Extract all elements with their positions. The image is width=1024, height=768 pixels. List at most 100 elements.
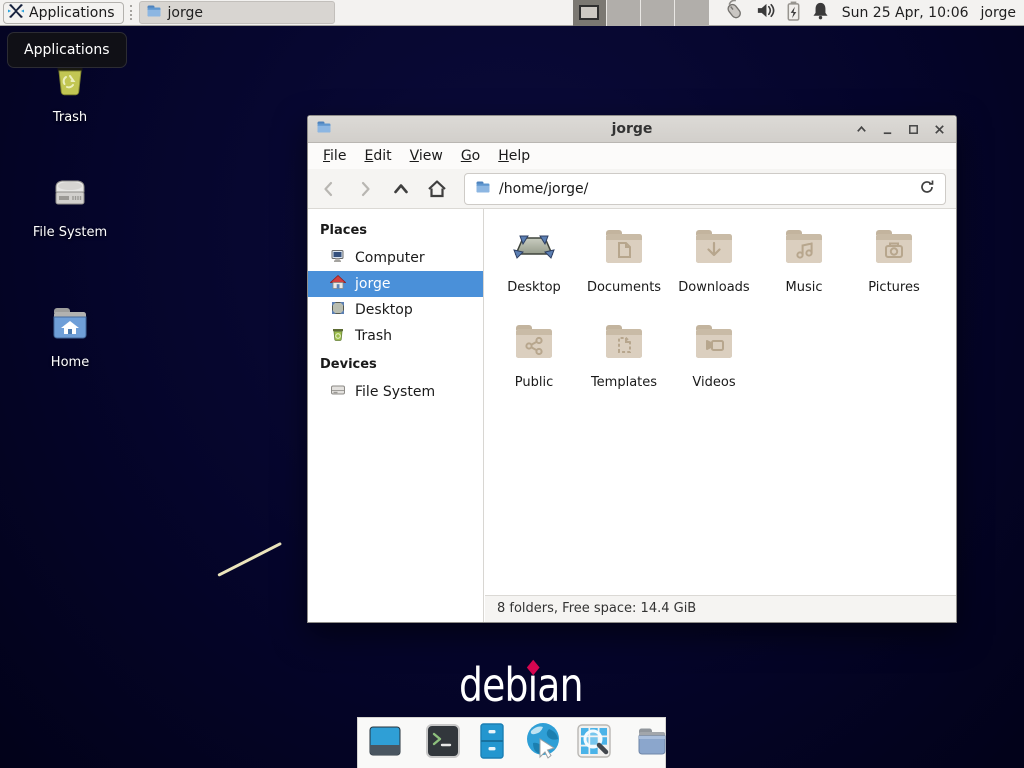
- minimize-button[interactable]: [880, 122, 894, 136]
- top-panel: Applications jorge: [0, 0, 1024, 26]
- folder-item-templates[interactable]: Templates: [579, 316, 669, 411]
- taskbar-window-button[interactable]: jorge: [139, 1, 335, 24]
- videos-folder-icon: [690, 318, 738, 366]
- workspace-3[interactable]: [641, 0, 675, 26]
- file-view[interactable]: Desktop Documents: [485, 209, 956, 622]
- reload-icon[interactable]: [919, 179, 935, 199]
- notifications-bell-icon[interactable]: [811, 0, 830, 25]
- music-folder-icon: [780, 223, 828, 271]
- desktop-folder-icon: [510, 223, 558, 271]
- window-titlebar[interactable]: jorge: [308, 116, 956, 143]
- sidebar-item-label: Trash: [355, 328, 392, 344]
- sidebar-item-desktop[interactable]: Desktop: [308, 297, 483, 323]
- documents-folder-icon: [600, 223, 648, 271]
- workspace-2[interactable]: [607, 0, 641, 26]
- xfce-applications-icon: [8, 3, 24, 23]
- panel-clock[interactable]: Sun 25 Apr, 10:06: [842, 5, 969, 21]
- workspace-1[interactable]: [573, 0, 607, 26]
- back-button[interactable]: [312, 174, 346, 204]
- menu-help[interactable]: Help: [489, 144, 539, 168]
- sidebar-item-label: Desktop: [355, 302, 413, 318]
- desktop-icon-label: Home: [22, 355, 118, 370]
- menu-go[interactable]: Go: [452, 144, 489, 168]
- sidebar-item-trash[interactable]: Trash: [308, 323, 483, 349]
- applications-menu-label: Applications: [29, 5, 115, 21]
- folder-label: Videos: [669, 375, 759, 390]
- sidebar-item-file-system[interactable]: File System: [308, 379, 483, 405]
- folder-item-desktop[interactable]: Desktop: [489, 221, 579, 316]
- desktop: Applications jorge: [0, 0, 1024, 768]
- folder-item-videos[interactable]: Videos: [669, 316, 759, 411]
- taskbar-window-label: jorge: [168, 5, 203, 21]
- sidebar-places-header: Places: [308, 215, 483, 245]
- folder-item-pictures[interactable]: Pictures: [849, 221, 939, 316]
- dock: [357, 717, 666, 768]
- debian-wordmark: debıan: [459, 658, 583, 712]
- folder-label: Public: [489, 375, 579, 390]
- desktop-icon-file-system[interactable]: File System: [22, 169, 118, 240]
- shade-button[interactable]: [854, 122, 868, 136]
- mouse-icon[interactable]: [723, 0, 746, 26]
- sidebar-devices-header: Devices: [308, 349, 483, 379]
- forward-button[interactable]: [348, 174, 382, 204]
- terminal-launcher[interactable]: [423, 721, 463, 765]
- folder-item-documents[interactable]: Documents: [579, 221, 669, 316]
- menu-edit[interactable]: Edit: [355, 144, 400, 168]
- web-browser-launcher[interactable]: [521, 719, 565, 767]
- panel-username[interactable]: jorge: [981, 5, 1016, 21]
- sidebar-item-jorge[interactable]: jorge: [308, 271, 483, 297]
- hard-drive-icon: [46, 169, 94, 217]
- desktop-icon-label: Trash: [22, 110, 118, 125]
- window-controls: [854, 122, 946, 136]
- menu-view[interactable]: View: [401, 144, 452, 168]
- sidebar-item-computer[interactable]: Computer: [308, 245, 483, 271]
- menu-file[interactable]: File: [314, 144, 355, 168]
- system-tray: [723, 0, 830, 26]
- workspace-4[interactable]: [675, 0, 709, 26]
- workspace-window-preview: [579, 5, 599, 20]
- file-manager-window: jorge File Edit View Go Help: [307, 115, 957, 623]
- file-manager-launcher[interactable]: [472, 721, 512, 765]
- folder-label: Downloads: [669, 280, 759, 295]
- sidebar-item-label: jorge: [355, 276, 390, 292]
- desktop-icon-home[interactable]: Home: [22, 299, 118, 370]
- folder-item-music[interactable]: Music: [759, 221, 849, 316]
- path-bar[interactable]: /home/jorge/: [464, 173, 946, 205]
- status-bar: 8 folders, Free space: 14.4 GiB: [485, 595, 956, 622]
- debian-wordmark-text: deb: [459, 658, 528, 712]
- workspace-switcher[interactable]: [573, 0, 709, 26]
- folder-item-public[interactable]: Public: [489, 316, 579, 411]
- public-folder-icon: [510, 318, 558, 366]
- toolbar: /home/jorge/: [308, 169, 956, 209]
- folder-label: Templates: [579, 375, 669, 390]
- close-button[interactable]: [932, 122, 946, 136]
- folder-label: Pictures: [849, 280, 939, 295]
- folder-label: Music: [759, 280, 849, 295]
- computer-icon: [330, 248, 346, 268]
- pictures-folder-icon: [870, 223, 918, 271]
- folder-icon: [146, 3, 162, 23]
- templates-folder-icon: [600, 318, 648, 366]
- folder-label: Desktop: [489, 280, 579, 295]
- desktop-place-icon: [330, 300, 346, 320]
- folder-item-downloads[interactable]: Downloads: [669, 221, 759, 316]
- up-button[interactable]: [384, 174, 418, 204]
- maximize-button[interactable]: [906, 122, 920, 136]
- home-button[interactable]: [420, 174, 454, 204]
- show-desktop-button[interactable]: [365, 721, 405, 765]
- path-input[interactable]: /home/jorge/: [499, 181, 911, 197]
- sidebar: Places Computer: [308, 209, 484, 622]
- application-finder-launcher[interactable]: [574, 721, 614, 765]
- icon-grid: Desktop Documents: [489, 221, 939, 411]
- home-folder-launcher[interactable]: [632, 721, 672, 765]
- sidebar-item-label: Computer: [355, 250, 425, 266]
- path-folder-icon: [475, 179, 491, 199]
- panel-grip[interactable]: [130, 5, 136, 20]
- applications-menu-button[interactable]: Applications: [3, 2, 124, 24]
- downloads-folder-icon: [690, 223, 738, 271]
- volume-icon[interactable]: [755, 0, 776, 25]
- window-body: Places Computer: [308, 209, 956, 622]
- battery-icon[interactable]: [785, 0, 802, 26]
- desktop-icon-label: File System: [22, 225, 118, 240]
- trash-place-icon: [330, 326, 346, 346]
